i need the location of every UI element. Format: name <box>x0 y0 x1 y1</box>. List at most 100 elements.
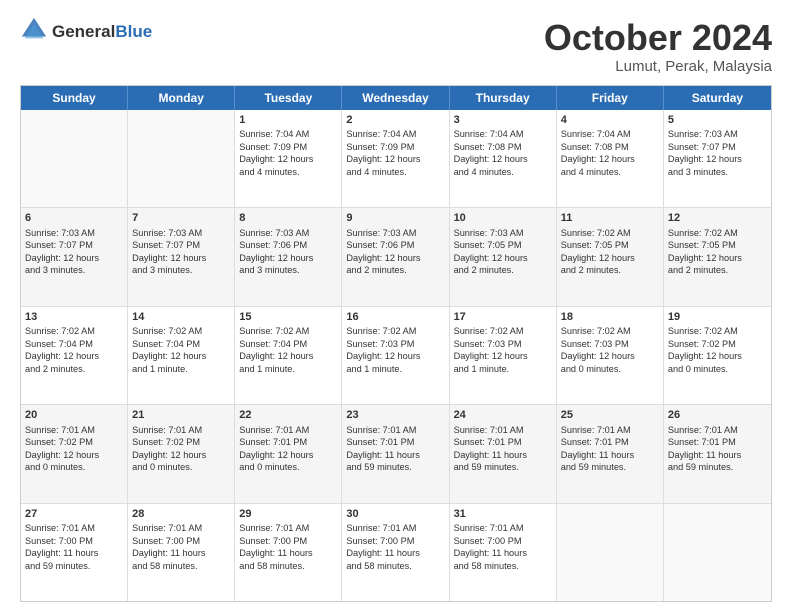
day-info: Sunrise: 7:02 AM Sunset: 7:03 PM Dayligh… <box>454 326 528 373</box>
day-number: 2 <box>346 113 444 128</box>
logo: GeneralBlue <box>20 18 152 46</box>
day-number: 29 <box>239 507 337 522</box>
calendar-cell: 24Sunrise: 7:01 AM Sunset: 7:01 PM Dayli… <box>450 405 557 502</box>
day-number: 1 <box>239 113 337 128</box>
calendar-cell: 22Sunrise: 7:01 AM Sunset: 7:01 PM Dayli… <box>235 405 342 502</box>
day-info: Sunrise: 7:02 AM Sunset: 7:05 PM Dayligh… <box>668 228 742 275</box>
day-info: Sunrise: 7:02 AM Sunset: 7:03 PM Dayligh… <box>346 326 420 373</box>
day-info: Sunrise: 7:01 AM Sunset: 7:01 PM Dayligh… <box>346 425 419 472</box>
day-number: 13 <box>25 310 123 325</box>
calendar-row-2: 6 Sunrise: 7:03 AM Sunset: 7:07 PM Daylig… <box>21 208 771 306</box>
day-info: Sunrise: 7:03 AM Sunset: 7:07 PM Dayligh… <box>25 228 99 275</box>
calendar-cell: 17Sunrise: 7:02 AM Sunset: 7:03 PM Dayli… <box>450 307 557 404</box>
day-info: Sunrise: 7:02 AM Sunset: 7:04 PM Dayligh… <box>239 326 313 373</box>
calendar-cell: 19Sunrise: 7:02 AM Sunset: 7:02 PM Dayli… <box>664 307 771 404</box>
day-info: Sunrise: 7:03 AM Sunset: 7:06 PM Dayligh… <box>346 228 420 275</box>
day-info: Sunrise: 7:04 AM Sunset: 7:08 PM Dayligh… <box>561 129 635 176</box>
day-info: Sunrise: 7:02 AM Sunset: 7:04 PM Dayligh… <box>132 326 206 373</box>
calendar-cell: 20Sunrise: 7:01 AM Sunset: 7:02 PM Dayli… <box>21 405 128 502</box>
calendar-cell <box>128 110 235 207</box>
day-number: 4 <box>561 113 659 128</box>
day-number: 19 <box>668 310 767 325</box>
calendar-cell <box>664 504 771 601</box>
day-info: Sunrise: 7:01 AM Sunset: 7:02 PM Dayligh… <box>25 425 99 472</box>
day-info: Sunrise: 7:01 AM Sunset: 7:00 PM Dayligh… <box>132 523 205 570</box>
day-info: Sunrise: 7:01 AM Sunset: 7:01 PM Dayligh… <box>668 425 741 472</box>
calendar-cell: 9 Sunrise: 7:03 AM Sunset: 7:06 PM Daylig… <box>342 208 449 305</box>
calendar-cell: 28Sunrise: 7:01 AM Sunset: 7:00 PM Dayli… <box>128 504 235 601</box>
calendar-cell: 23 Sunrise: 7:01 AM Sunset: 7:01 PM Dayli… <box>342 405 449 502</box>
day-info: Sunrise: 7:03 AM Sunset: 7:07 PM Dayligh… <box>668 129 742 176</box>
calendar: SundayMondayTuesdayWednesdayThursdayFrid… <box>20 85 772 602</box>
day-number: 24 <box>454 408 552 423</box>
page-header: GeneralBlue October 2024 Lumut, Perak, M… <box>20 18 772 75</box>
calendar-row-4: 20Sunrise: 7:01 AM Sunset: 7:02 PM Dayli… <box>21 405 771 503</box>
header-day-saturday: Saturday <box>664 86 771 110</box>
calendar-cell: 18Sunrise: 7:02 AM Sunset: 7:03 PM Dayli… <box>557 307 664 404</box>
header-day-friday: Friday <box>557 86 664 110</box>
day-number: 23 <box>346 408 444 423</box>
day-info: Sunrise: 7:04 AM Sunset: 7:09 PM Dayligh… <box>239 129 313 176</box>
calendar-cell: 15Sunrise: 7:02 AM Sunset: 7:04 PM Dayli… <box>235 307 342 404</box>
logo-blue: Blue <box>115 22 152 41</box>
day-number: 31 <box>454 507 552 522</box>
calendar-cell: 30Sunrise: 7:01 AM Sunset: 7:00 PM Dayli… <box>342 504 449 601</box>
calendar-cell: 14Sunrise: 7:02 AM Sunset: 7:04 PM Dayli… <box>128 307 235 404</box>
title-block: October 2024 Lumut, Perak, Malaysia <box>544 18 772 75</box>
calendar-cell: 3Sunrise: 7:04 AM Sunset: 7:08 PM Daylig… <box>450 110 557 207</box>
calendar-cell: 13Sunrise: 7:02 AM Sunset: 7:04 PM Dayli… <box>21 307 128 404</box>
day-info: Sunrise: 7:03 AM Sunset: 7:05 PM Dayligh… <box>454 228 528 275</box>
calendar-cell: 31Sunrise: 7:01 AM Sunset: 7:00 PM Dayli… <box>450 504 557 601</box>
day-number: 6 <box>25 211 123 226</box>
logo-icon <box>20 16 48 44</box>
day-info: Sunrise: 7:03 AM Sunset: 7:06 PM Dayligh… <box>239 228 313 275</box>
calendar-body: 1Sunrise: 7:04 AM Sunset: 7:09 PM Daylig… <box>21 110 771 601</box>
header-day-monday: Monday <box>128 86 235 110</box>
header-day-thursday: Thursday <box>450 86 557 110</box>
calendar-row-5: 27 Sunrise: 7:01 AM Sunset: 7:00 PM Dayli… <box>21 504 771 601</box>
day-number: 27 <box>25 507 123 522</box>
day-number: 11 <box>561 211 659 226</box>
calendar-cell: 25Sunrise: 7:01 AM Sunset: 7:01 PM Dayli… <box>557 405 664 502</box>
day-number: 8 <box>239 211 337 226</box>
calendar-cell: 6 Sunrise: 7:03 AM Sunset: 7:07 PM Daylig… <box>21 208 128 305</box>
day-number: 26 <box>668 408 767 423</box>
day-number: 15 <box>239 310 337 325</box>
calendar-cell: 5Sunrise: 7:03 AM Sunset: 7:07 PM Daylig… <box>664 110 771 207</box>
day-number: 9 <box>346 211 444 226</box>
location-subtitle: Lumut, Perak, Malaysia <box>544 58 772 75</box>
day-number: 28 <box>132 507 230 522</box>
day-number: 21 <box>132 408 230 423</box>
day-info: Sunrise: 7:01 AM Sunset: 7:01 PM Dayligh… <box>239 425 313 472</box>
day-info: Sunrise: 7:01 AM Sunset: 7:00 PM Dayligh… <box>346 523 419 570</box>
day-number: 10 <box>454 211 552 226</box>
day-info: Sunrise: 7:01 AM Sunset: 7:01 PM Dayligh… <box>561 425 634 472</box>
calendar-cell <box>557 504 664 601</box>
calendar-cell: 26 Sunrise: 7:01 AM Sunset: 7:01 PM Dayli… <box>664 405 771 502</box>
calendar-cell: 11Sunrise: 7:02 AM Sunset: 7:05 PM Dayli… <box>557 208 664 305</box>
calendar-row-3: 13Sunrise: 7:02 AM Sunset: 7:04 PM Dayli… <box>21 307 771 405</box>
calendar-cell: 12 Sunrise: 7:02 AM Sunset: 7:05 PM Dayli… <box>664 208 771 305</box>
day-info: Sunrise: 7:01 AM Sunset: 7:00 PM Dayligh… <box>454 523 527 570</box>
day-number: 18 <box>561 310 659 325</box>
day-info: Sunrise: 7:02 AM Sunset: 7:04 PM Dayligh… <box>25 326 99 373</box>
header-day-sunday: Sunday <box>21 86 128 110</box>
day-info: Sunrise: 7:04 AM Sunset: 7:08 PM Dayligh… <box>454 129 528 176</box>
day-info: Sunrise: 7:02 AM Sunset: 7:02 PM Dayligh… <box>668 326 742 373</box>
calendar-cell: 4Sunrise: 7:04 AM Sunset: 7:08 PM Daylig… <box>557 110 664 207</box>
header-day-tuesday: Tuesday <box>235 86 342 110</box>
day-info: Sunrise: 7:01 AM Sunset: 7:02 PM Dayligh… <box>132 425 206 472</box>
day-number: 7 <box>132 211 230 226</box>
month-title: October 2024 <box>544 18 772 58</box>
day-number: 12 <box>668 211 767 226</box>
calendar-row-1: 1Sunrise: 7:04 AM Sunset: 7:09 PM Daylig… <box>21 110 771 208</box>
day-number: 3 <box>454 113 552 128</box>
day-info: Sunrise: 7:04 AM Sunset: 7:09 PM Dayligh… <box>346 129 420 176</box>
calendar-cell: 10 Sunrise: 7:03 AM Sunset: 7:05 PM Dayli… <box>450 208 557 305</box>
calendar-cell: 2Sunrise: 7:04 AM Sunset: 7:09 PM Daylig… <box>342 110 449 207</box>
logo-general: General <box>52 22 115 41</box>
day-number: 30 <box>346 507 444 522</box>
calendar-cell: 21 Sunrise: 7:01 AM Sunset: 7:02 PM Dayli… <box>128 405 235 502</box>
day-number: 5 <box>668 113 767 128</box>
calendar-cell: 27Sunrise: 7:01 AM Sunset: 7:00 PM Dayli… <box>21 504 128 601</box>
